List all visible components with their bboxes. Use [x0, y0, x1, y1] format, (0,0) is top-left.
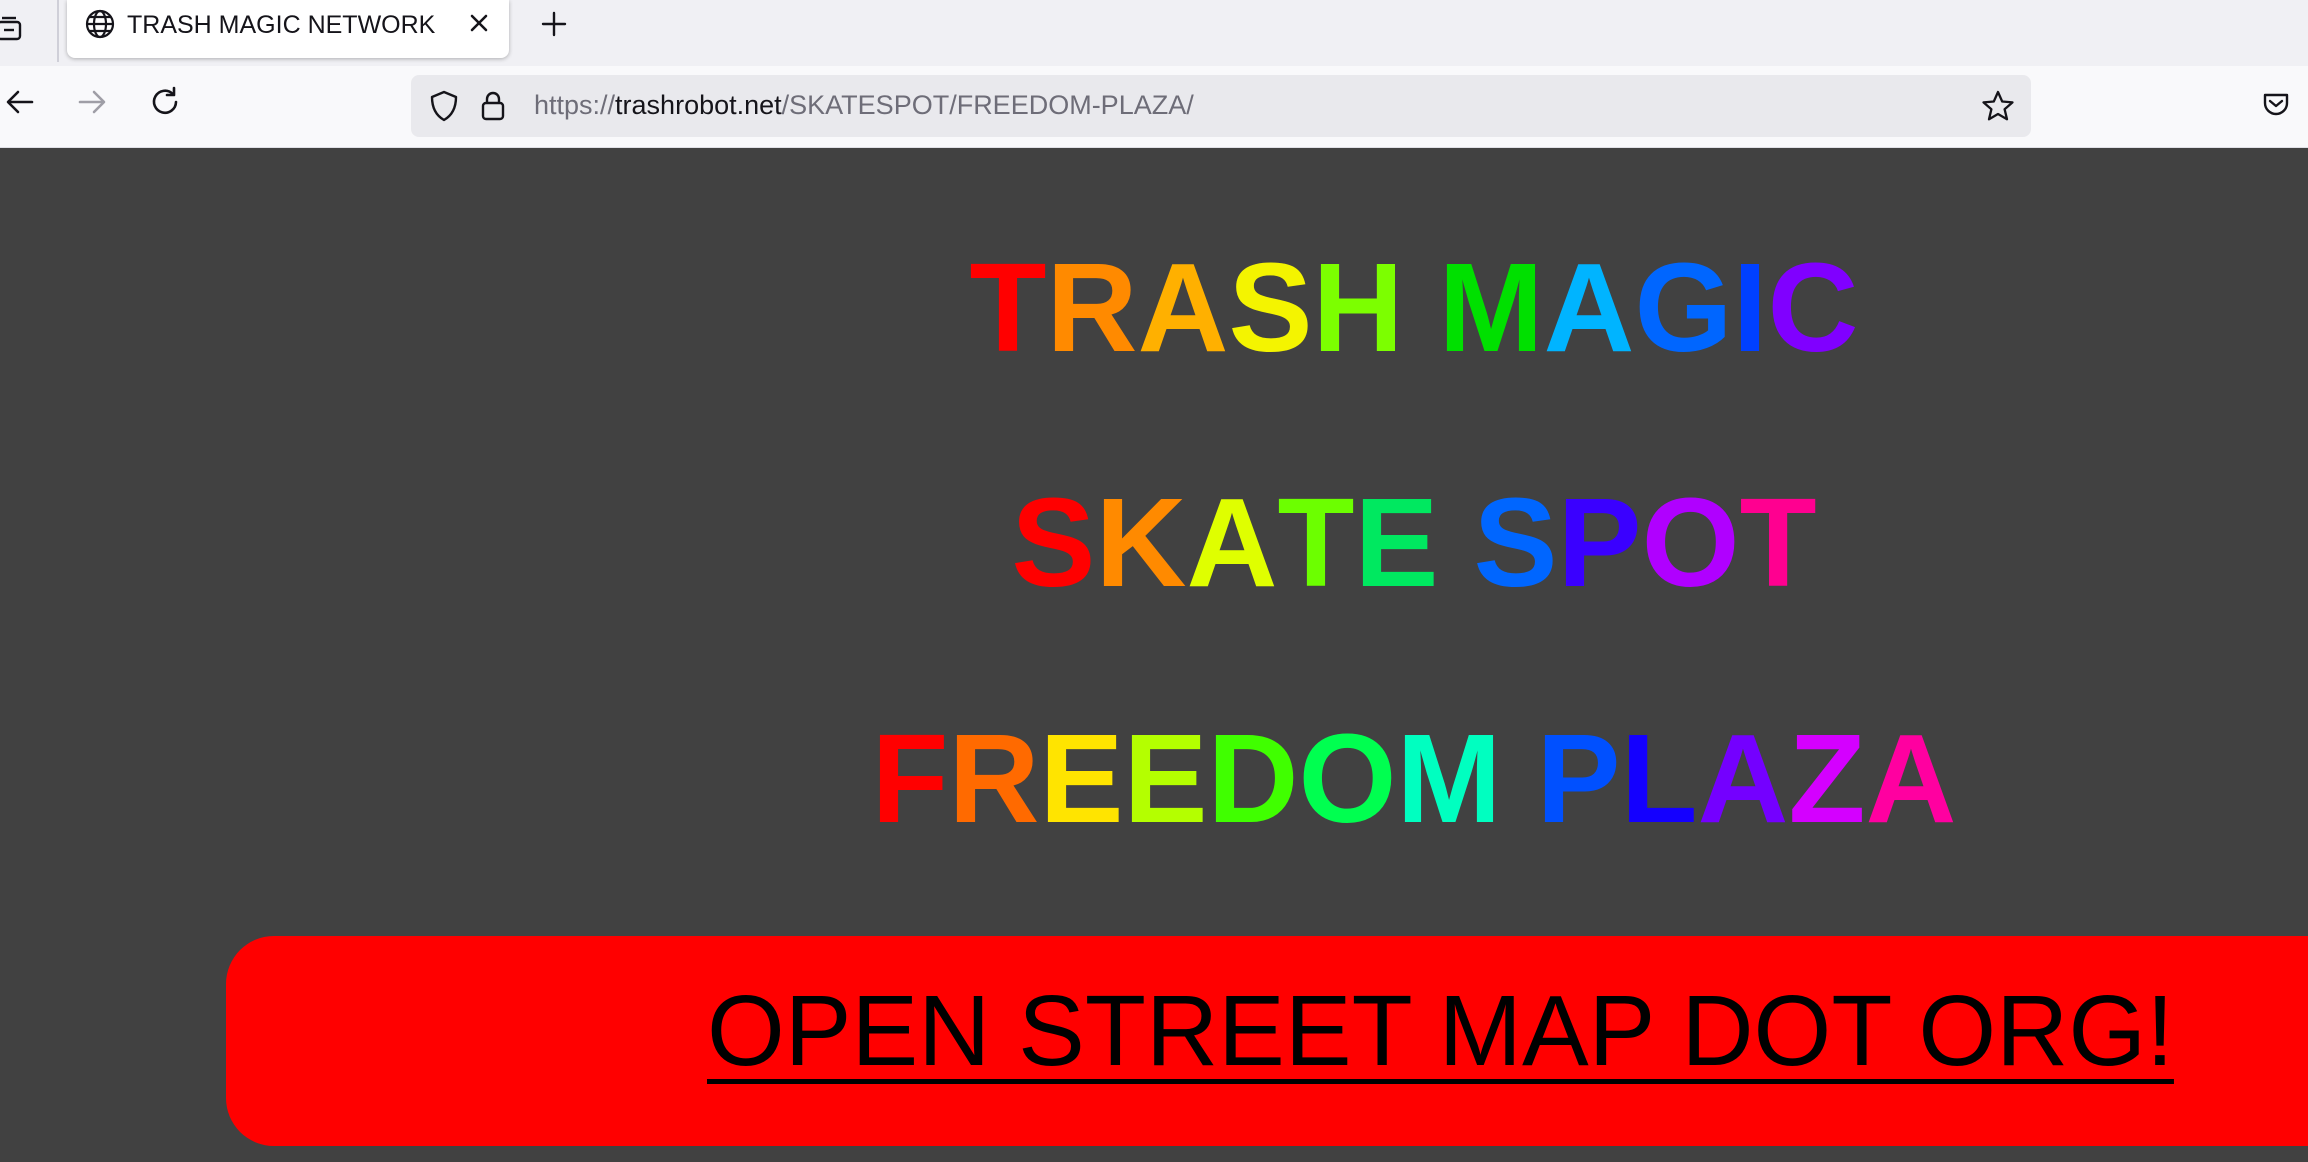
address-bar[interactable]: https://trashrobot.net/SKATESPOT/FREEDOM…	[411, 75, 2031, 137]
osm-banner: OPEN STREET MAP DOT ORG!	[226, 936, 2308, 1146]
heading-letter: D	[1207, 708, 1299, 849]
heading-letter: E	[1123, 708, 1208, 849]
heading-letter: H	[1312, 237, 1404, 378]
heading-letter: T	[969, 237, 1047, 378]
back-arrow-icon[interactable]	[0, 80, 42, 124]
star-icon[interactable]	[1979, 87, 2017, 125]
heading-letter: L	[1620, 708, 1698, 849]
heading-letter: S	[1473, 472, 1558, 613]
openstreetmap-link[interactable]: OPEN STREET MAP DOT ORG!	[707, 976, 2174, 1086]
shield-icon[interactable]	[426, 88, 462, 124]
heading-letter: A	[1137, 237, 1229, 378]
tab-title: TRASH MAGIC NETWORK	[127, 11, 436, 39]
heading-letter: A	[1697, 708, 1789, 849]
plus-icon[interactable]	[534, 4, 574, 44]
heading-letter: F	[871, 708, 949, 849]
heading-letter: Z	[1788, 708, 1866, 849]
reload-icon[interactable]	[143, 80, 187, 124]
rainbow-text: FREEDOM PLAZA	[871, 716, 1956, 842]
heading-letter: C	[1767, 237, 1859, 378]
url-scheme: https://	[534, 90, 616, 120]
globe-icon	[84, 8, 116, 40]
close-icon[interactable]	[461, 5, 497, 41]
heading-letter: T	[1277, 472, 1355, 613]
heading-letter: G	[1634, 237, 1733, 378]
heading-letter: M	[1396, 708, 1502, 849]
heading-letter: I	[1732, 237, 1768, 378]
heading-letter: R	[948, 708, 1040, 849]
pocket-icon[interactable]	[2256, 84, 2296, 124]
heading-letter: O	[1641, 472, 1740, 613]
heading-letter: P	[1536, 708, 1621, 849]
tab-list-icon[interactable]	[0, 8, 32, 50]
heading-letter: A	[1186, 472, 1278, 613]
rainbow-text: SKATE SPOT	[1011, 480, 1816, 606]
forward-arrow-icon[interactable]	[70, 80, 114, 124]
heading-letter: E	[1039, 708, 1124, 849]
lock-icon[interactable]	[475, 88, 511, 124]
tab-separator	[57, 0, 59, 62]
heading-letter: M	[1438, 237, 1544, 378]
rainbow-text: TRASH MAGIC	[969, 245, 1858, 371]
url-text[interactable]: https://trashrobot.net/SKATESPOT/FREEDOM…	[534, 90, 1194, 121]
url-host: trashrobot.net	[615, 90, 782, 120]
navigation-bar: https://trashrobot.net/SKATESPOT/FREEDOM…	[0, 66, 2308, 148]
heading-letter: P	[1557, 472, 1642, 613]
url-path: /SKATESPOT/FREEDOM-PLAZA/	[781, 90, 1194, 120]
heading-letter: A	[1865, 708, 1957, 849]
heading-letter: E	[1354, 472, 1439, 613]
heading-letter: T	[1739, 472, 1817, 613]
heading-letter: S	[1228, 237, 1313, 378]
heading-letter: O	[1298, 708, 1397, 849]
heading-letter: S	[1011, 472, 1096, 613]
heading-letter: A	[1543, 237, 1635, 378]
heading-letter: K	[1095, 472, 1187, 613]
heading-letter: R	[1046, 237, 1138, 378]
tab-strip: TRASH MAGIC NETWORK	[0, 0, 2308, 66]
tab-active[interactable]: TRASH MAGIC NETWORK	[67, 0, 509, 58]
page-content: TRASH MAGIC SKATE SPOT FREEDOM PLAZA OPE…	[0, 148, 2308, 1162]
